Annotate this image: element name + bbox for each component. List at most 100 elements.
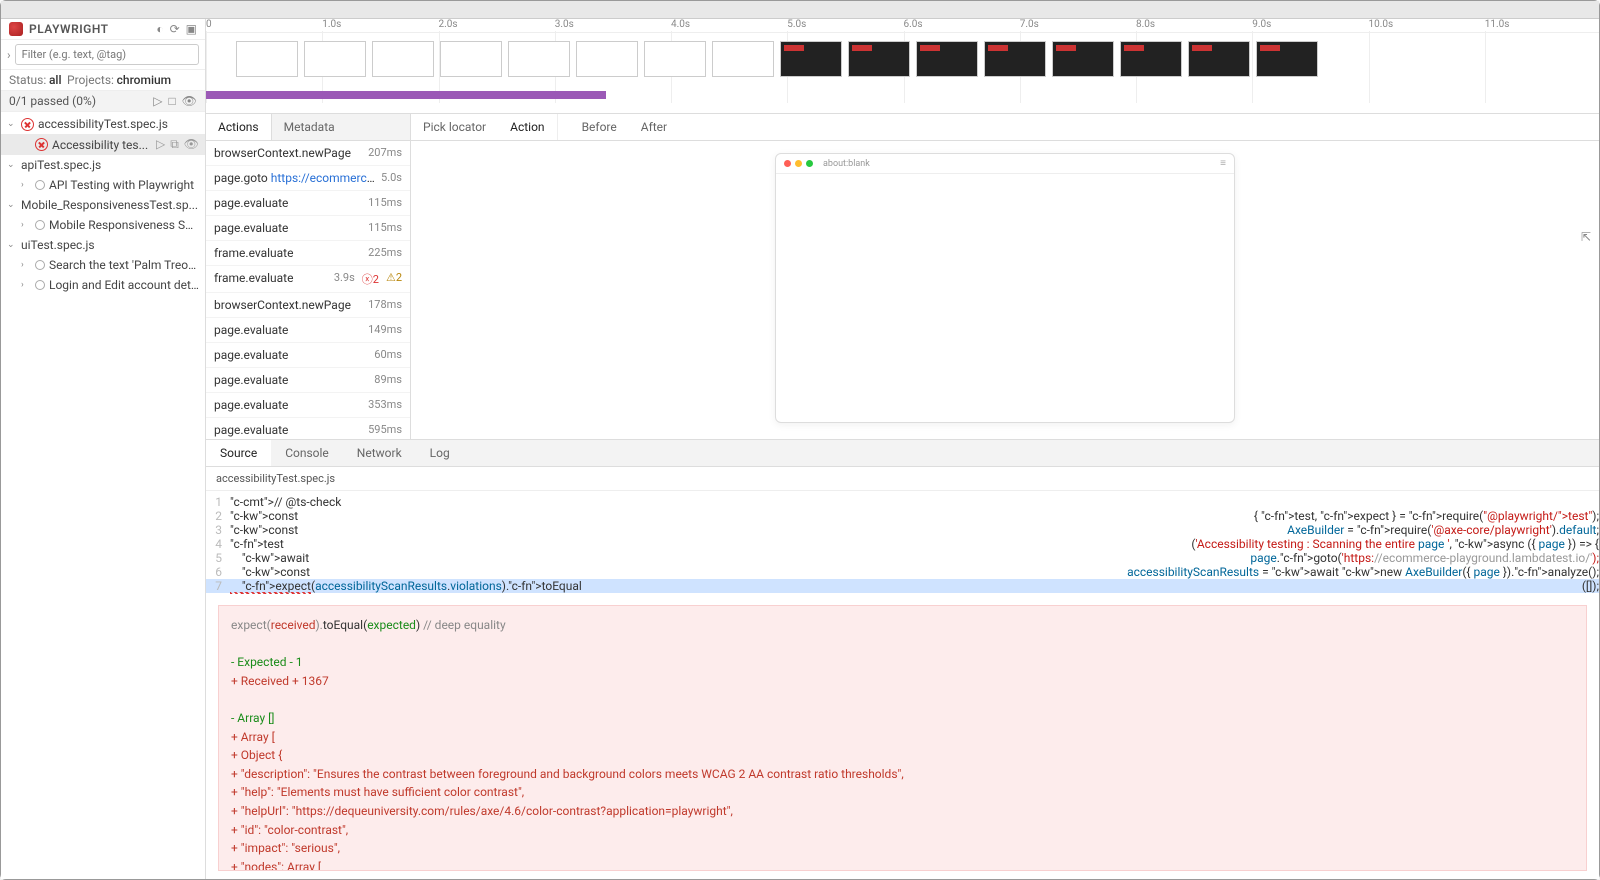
test-node[interactable]: ›API Testing with Playwright <box>1 175 205 195</box>
spec-file-node[interactable]: ⌄apiTest.spec.js <box>1 155 205 175</box>
spec-file-node[interactable]: ⌄Mobile_ResponsivenessTest.sp... <box>1 195 205 215</box>
toggle-panel-icon[interactable]: ▣ <box>186 22 197 36</box>
pass-count: 0/1 passed (0%) <box>9 94 96 108</box>
timeline-tick: 10.0s <box>1369 19 1394 30</box>
playwright-logo-icon <box>9 22 23 36</box>
action-row[interactable]: page.goto https://ecommerce-pl...5.0s <box>206 166 410 191</box>
timeline-frame[interactable] <box>1188 41 1250 77</box>
action-row[interactable]: frame.evaluate225ms <box>206 241 410 266</box>
timeline-frame[interactable] <box>236 41 298 77</box>
chevron-right-icon[interactable]: › <box>21 220 31 230</box>
hamburger-icon: ≡ <box>1220 158 1226 169</box>
test-node[interactable]: ›Mobile Responsiveness Sear... <box>1 215 205 235</box>
timeline[interactable]: 01.0s2.0s3.0s4.0s5.0s6.0s7.0s8.0s9.0s10.… <box>206 19 1599 114</box>
bottom-panel: SourceConsoleNetworkLog accessibilityTes… <box>206 439 1599 879</box>
timeline-frame[interactable] <box>780 41 842 77</box>
source-file-path: accessibilityTest.spec.js <box>206 467 1599 491</box>
tab-actions[interactable]: Actions <box>206 114 272 140</box>
run-all-icon[interactable]: ▷ <box>153 94 162 108</box>
theme-toggle-icon[interactable]: ◐ <box>156 22 163 36</box>
fail-icon <box>35 138 48 151</box>
sidebar: PLAYWRIGHT ◐ ⟳ ▣ › Status: all Projects:… <box>1 19 206 879</box>
timeline-tick: 8.0s <box>1136 19 1155 30</box>
run-test-icon[interactable]: ▷ <box>156 137 165 152</box>
chevron-right-icon[interactable]: › <box>21 280 31 290</box>
action-row[interactable]: browserContext.newPage207ms <box>206 141 410 166</box>
timeline-frame[interactable] <box>372 41 434 77</box>
browser-preview: about:blank ≡ <box>775 153 1235 423</box>
timeline-tick: 0 <box>206 19 212 30</box>
timeline-tick: 2.0s <box>439 19 458 30</box>
tab-source[interactable]: Source <box>206 440 271 466</box>
snapshot-pane: Pick locatorAction BeforeAfter ⇱ about:bl… <box>411 114 1599 439</box>
action-row[interactable]: browserContext.newPage178ms <box>206 293 410 318</box>
mac-max-icon <box>806 160 813 167</box>
pending-icon <box>35 180 45 190</box>
watch-test-icon[interactable]: 👁 <box>184 137 199 152</box>
timeline-frame[interactable] <box>304 41 366 77</box>
timeline-frame[interactable] <box>712 41 774 77</box>
timeline-tick: 11.0s <box>1485 19 1510 30</box>
action-row[interactable]: frame.evaluate3.9sⓧ2⚠2 <box>206 266 410 293</box>
timeline-tick: 1.0s <box>322 19 341 30</box>
actions-pane: ActionsMetadata browserContext.newPage20… <box>206 114 411 439</box>
pending-icon <box>35 220 45 230</box>
timeline-tick: 7.0s <box>1020 19 1039 30</box>
spec-file-node[interactable]: ⌄accessibilityTest.spec.js <box>1 114 205 134</box>
window-titlebar <box>1 1 1599 19</box>
tab-pick-locator[interactable]: Pick locator <box>411 114 498 140</box>
timeline-tick: 9.0s <box>1252 19 1271 30</box>
action-row[interactable]: page.evaluate115ms <box>206 191 410 216</box>
action-row[interactable]: page.evaluate89ms <box>206 368 410 393</box>
timeline-frame[interactable] <box>1120 41 1182 77</box>
tab-before[interactable]: Before <box>570 114 629 140</box>
action-row[interactable]: page.evaluate353ms <box>206 393 410 418</box>
mac-close-icon <box>784 160 791 167</box>
spec-file-node[interactable]: ⌄uiTest.spec.js <box>1 235 205 255</box>
chevron-down-icon[interactable]: ⌄ <box>7 160 17 170</box>
timeline-frame[interactable] <box>508 41 570 77</box>
timeline-tick: 5.0s <box>787 19 806 30</box>
timeline-frame[interactable] <box>984 41 1046 77</box>
reload-icon[interactable]: ⟳ <box>170 22 180 36</box>
test-node[interactable]: ›Login and Edit account detail <box>1 275 205 295</box>
test-tree: ⌄accessibilityTest.spec.jsAccessibility … <box>1 112 205 879</box>
action-row[interactable]: page.evaluate60ms <box>206 343 410 368</box>
tab-log[interactable]: Log <box>416 440 464 466</box>
source-view[interactable]: 1"c-cmt">// @ts-check2"c-kw">const { "c-… <box>206 491 1599 597</box>
tab-action[interactable]: Action <box>498 114 557 140</box>
action-row[interactable]: page.evaluate115ms <box>206 216 410 241</box>
timeline-frame[interactable] <box>576 41 638 77</box>
chevron-down-icon[interactable]: ⌄ <box>7 200 17 210</box>
stop-icon[interactable]: □ <box>169 94 176 108</box>
timeline-frame[interactable] <box>644 41 706 77</box>
timeline-frame[interactable] <box>440 41 502 77</box>
test-node[interactable]: ›Search the text 'Palm Treo Pro <box>1 255 205 275</box>
action-row[interactable]: page.evaluate595ms <box>206 418 410 439</box>
chevron-right-icon[interactable]: › <box>21 180 31 190</box>
timeline-tick: 3.0s <box>555 19 574 30</box>
action-row[interactable]: page.evaluate149ms <box>206 318 410 343</box>
timeline-frame[interactable] <box>1052 41 1114 77</box>
test-node[interactable]: Accessibility tes...▷⧉👁 <box>1 134 205 155</box>
timeline-frame[interactable] <box>848 41 910 77</box>
timeline-frame[interactable] <box>916 41 978 77</box>
timeline-frame[interactable] <box>1256 41 1318 77</box>
timeline-tick: 4.0s <box>671 19 690 30</box>
pending-icon <box>35 260 45 270</box>
watch-icon[interactable]: 👁 <box>182 94 197 108</box>
app-title: PLAYWRIGHT <box>29 22 109 36</box>
open-trace-icon[interactable]: ⧉ <box>170 137 179 152</box>
chevron-down-icon[interactable]: ⌄ <box>7 240 17 250</box>
popout-icon[interactable]: ⇱ <box>1581 230 1591 244</box>
fail-icon <box>21 118 34 131</box>
tab-network[interactable]: Network <box>343 440 416 466</box>
collapse-filter-icon[interactable]: › <box>7 48 11 62</box>
tab-metadata[interactable]: Metadata <box>272 114 347 140</box>
error-diff[interactable]: expect(received).toEqual(expected) // de… <box>218 605 1587 871</box>
tab-console[interactable]: Console <box>271 440 343 466</box>
filter-input[interactable] <box>15 44 199 65</box>
chevron-right-icon[interactable]: › <box>21 260 31 270</box>
chevron-down-icon[interactable]: ⌄ <box>7 119 17 129</box>
tab-after[interactable]: After <box>629 114 679 140</box>
